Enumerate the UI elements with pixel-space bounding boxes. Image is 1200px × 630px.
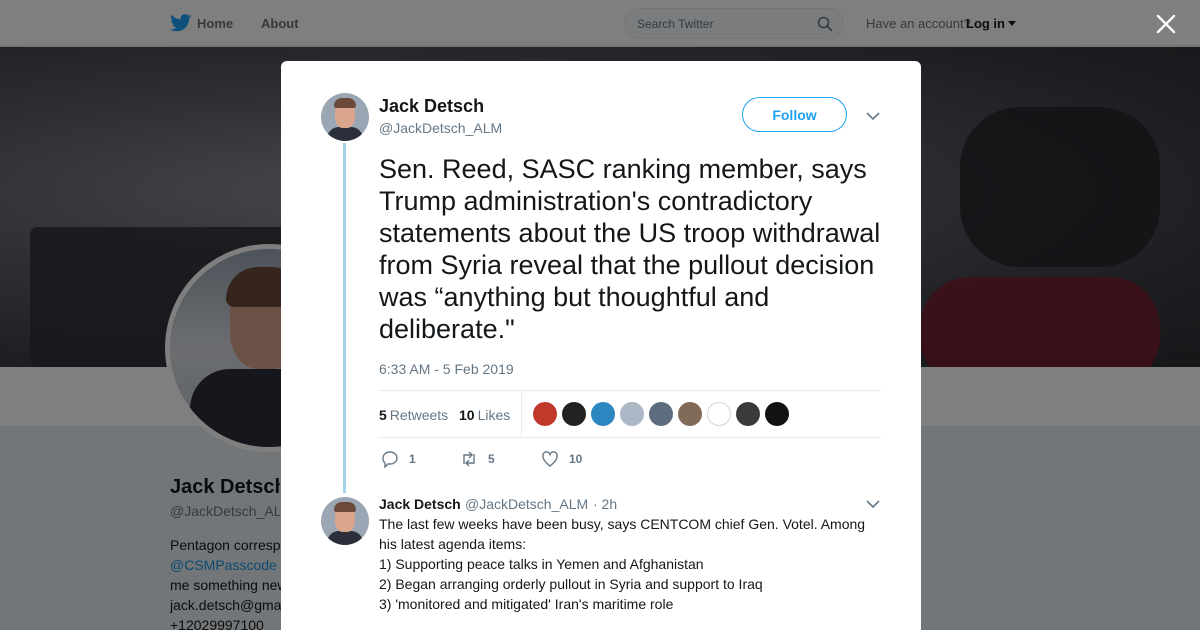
stats-divider [521, 391, 522, 437]
like-count[interactable]: 10 [569, 452, 582, 466]
tweet-timestamp[interactable]: 6:33 AM - 5 Feb 2019 [379, 361, 514, 377]
reply-text-line: his latest agenda items: [379, 536, 527, 552]
author-avatar[interactable] [321, 93, 369, 141]
tweet-stats: 5 Retweets 10 Likes [378, 390, 881, 438]
likes-stat[interactable]: 10 Likes [459, 407, 510, 423]
reply-text: The last few weeks have been busy, says … [379, 514, 879, 614]
retweet-icon[interactable] [460, 450, 478, 468]
author-handle[interactable]: @JackDetsch_ALM [379, 120, 502, 136]
liker-avatar[interactable] [678, 402, 702, 426]
heart-icon[interactable] [541, 450, 559, 468]
retweet-count[interactable]: 5 [488, 452, 495, 466]
reply-author-name[interactable]: Jack Detsch [379, 496, 461, 512]
reply-text-line: 2) Began arranging orderly pullout in Sy… [379, 576, 763, 592]
reply-author-avatar[interactable] [321, 497, 369, 545]
liker-avatar[interactable] [707, 402, 731, 426]
liker-avatar[interactable] [591, 402, 615, 426]
reply-text-line: The last few weeks have been busy, says … [379, 516, 866, 532]
follow-button[interactable]: Follow [742, 97, 847, 132]
liker-avatar[interactable] [620, 402, 644, 426]
thread-line [343, 143, 346, 493]
liker-avatar[interactable] [649, 402, 673, 426]
reply-count[interactable]: 1 [409, 452, 416, 466]
liker-avatar[interactable] [533, 402, 557, 426]
liker-avatar[interactable] [736, 402, 760, 426]
author-name[interactable]: Jack Detsch [379, 96, 484, 117]
chevron-down-icon[interactable] [866, 499, 880, 509]
reply-author-handle[interactable]: @JackDetsch_ALM [465, 496, 588, 512]
reply-text-line: 1) Supporting peace talks in Yemen and A… [379, 556, 704, 572]
liker-avatar[interactable] [562, 402, 586, 426]
tweet-modal: Jack Detsch @JackDetsch_ALM Follow Sen. … [281, 61, 921, 630]
close-icon[interactable] [1154, 12, 1178, 36]
reply-icon[interactable] [381, 450, 399, 468]
reply-text-line: 3) 'monitored and mitigated' Iran's mari… [379, 596, 674, 612]
liker-avatar[interactable] [765, 402, 789, 426]
chevron-down-icon[interactable] [866, 111, 880, 121]
retweets-stat[interactable]: 5 Retweets [379, 407, 448, 423]
reply-timestamp[interactable]: · 2h [593, 496, 617, 512]
tweet-text: Sen. Reed, SASC ranking member, says Tru… [379, 154, 881, 344]
